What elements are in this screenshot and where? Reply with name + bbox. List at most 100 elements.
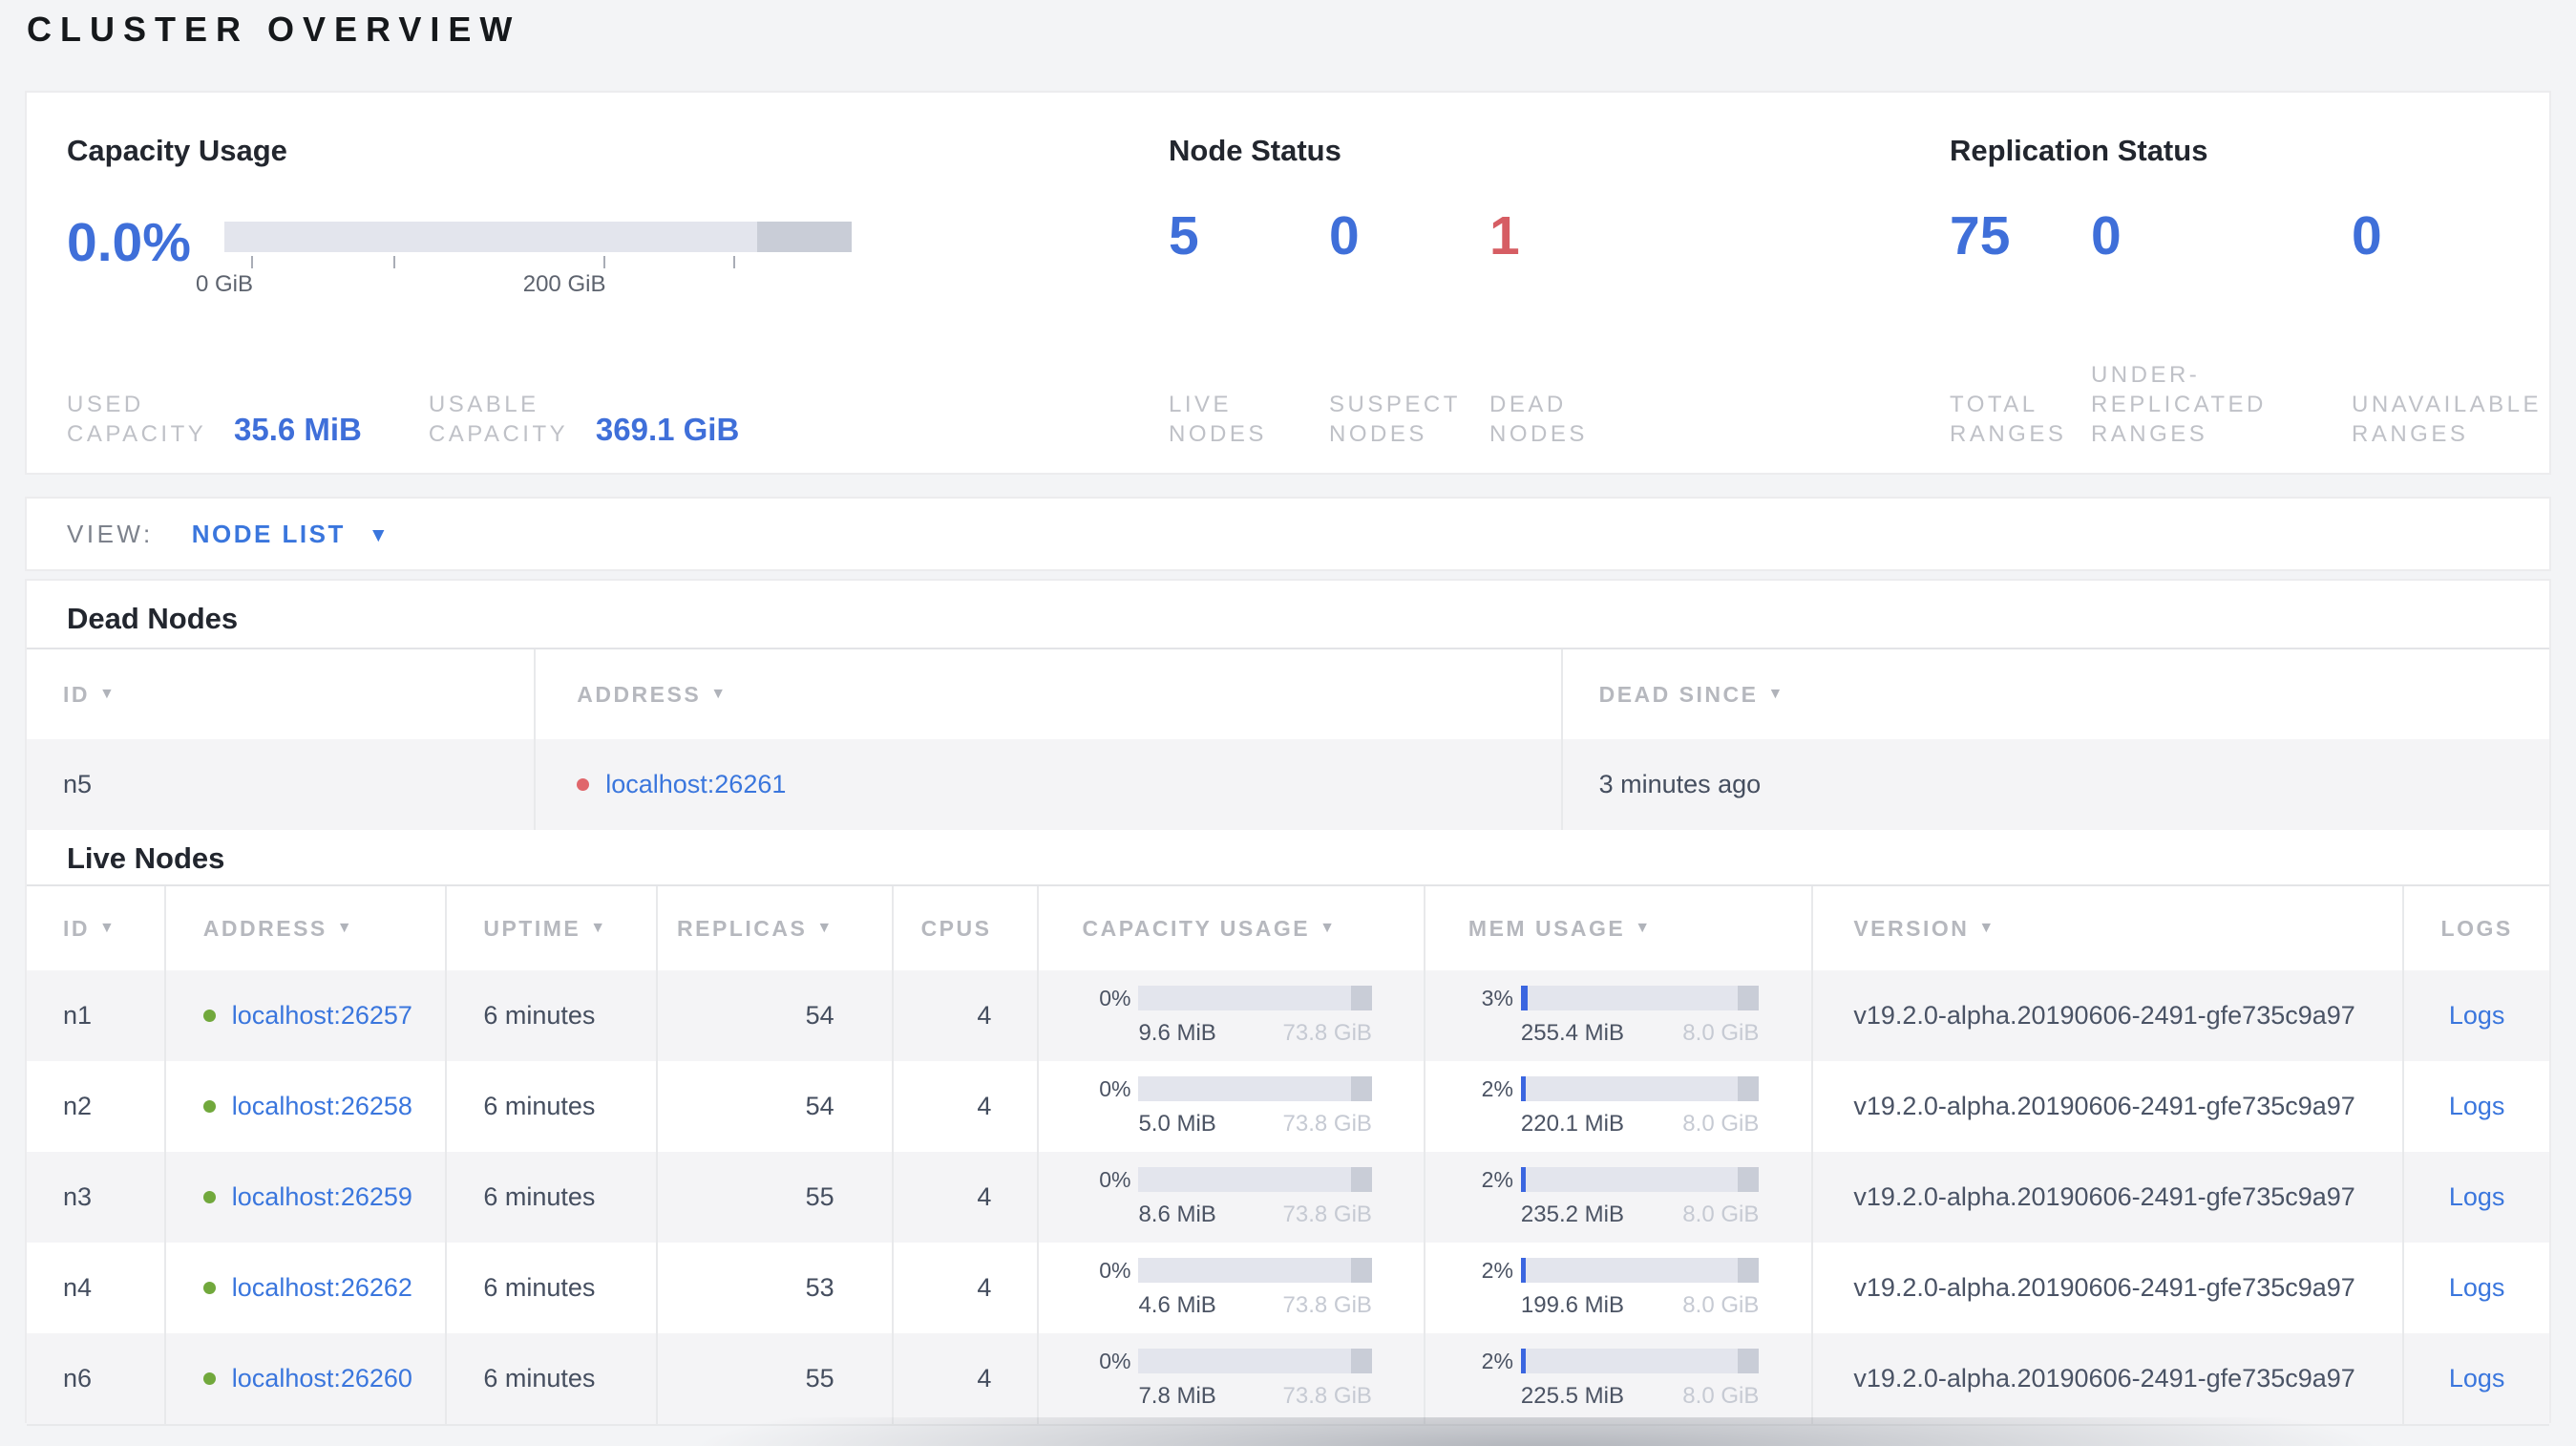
capacity-bar [224, 222, 852, 252]
view-selector-bar: VIEW: NODE LIST ▼ [25, 497, 2551, 571]
logs-link[interactable]: Logs [2449, 1001, 2505, 1031]
column-header-id[interactable]: ID ▼ [27, 886, 166, 970]
chevron-down-icon[interactable]: ▼ [369, 521, 389, 547]
node-address-link[interactable]: localhost:26260 [232, 1364, 412, 1393]
column-header-cpus[interactable]: CPUS [894, 886, 1040, 970]
live-status-dot-icon [202, 1372, 216, 1385]
mem-size-row: 255.4 MiB 8.0 GiB [1521, 1020, 1759, 1047]
mem-usage-bar-row: 2% [1475, 1258, 1760, 1284]
node-address-link[interactable]: localhost:26259 [232, 1182, 412, 1212]
mem-usage-cell: 2% 225.5 MiB 8.0 GiB [1425, 1333, 1814, 1424]
replicas-cell: 55 [658, 1333, 894, 1424]
node-status-section: Node Status 5 LIVE NODES 0 SUSPECT NODES… [1169, 134, 1894, 449]
cluster-overview-page: CLUSTER OVERVIEW Capacity Usage 0.0% 0 G… [0, 0, 2576, 1446]
stat-label: LIVE NODES [1169, 392, 1267, 447]
column-header-label: CAPACITY USAGE [1082, 915, 1311, 941]
capacity-used-value: 7.8 MiB [1138, 1382, 1216, 1409]
column-header-label: REPLICAS [677, 915, 808, 941]
mem-size-row: 225.5 MiB 8.0 GiB [1521, 1383, 1759, 1410]
cpus-cell: 4 [894, 1333, 1040, 1424]
tick-mark [393, 256, 396, 268]
capacity-mini-bar [1138, 1167, 1372, 1192]
dead-nodes-title: Dead Nodes [67, 602, 239, 635]
mem-bar-reserved-segment [1737, 986, 1760, 1010]
node-address-link[interactable]: localhost:26257 [232, 1001, 412, 1031]
mem-size-row: 235.2 MiB 8.0 GiB [1521, 1201, 1759, 1228]
node-status-stat: 0 SUSPECT NODES [1329, 168, 1489, 449]
column-header-uptime[interactable]: UPTIME ▼ [447, 886, 658, 970]
view-dropdown-value[interactable]: NODE LIST [192, 520, 346, 549]
capacity-usage-cell: 0% 4.6 MiB 73.8 GiB [1039, 1243, 1425, 1333]
mem-bar-reserved-segment [1737, 1349, 1760, 1373]
replicas-cell: 55 [658, 1152, 894, 1243]
mem-bar-fill [1520, 1167, 1526, 1192]
logs-cell: Logs [2404, 1061, 2549, 1152]
node-address-link[interactable]: localhost:26258 [232, 1092, 412, 1121]
column-header-replicas[interactable]: REPLICAS ▼ [658, 886, 894, 970]
mem-total-value: 8.0 GiB [1682, 1019, 1760, 1046]
used-capacity-stat: USED CAPACITY 35.6 MiB [67, 390, 362, 449]
stat-value: 1 [1489, 205, 1520, 266]
column-header-address[interactable]: ADDRESS ▼ [536, 649, 1563, 739]
column-header-address[interactable]: ADDRESS ▼ [166, 886, 448, 970]
capacity-bar-reserved-segment [1350, 986, 1372, 1010]
node-status-stat: 1 DEAD NODES [1489, 168, 1650, 449]
stat-value: 75 [1950, 205, 2011, 266]
uptime-cell: 6 minutes [447, 1061, 658, 1152]
dead-status-dot-icon [577, 778, 590, 791]
column-header-id[interactable]: ID ▼ [27, 649, 537, 739]
node-address-link[interactable]: localhost:26261 [605, 770, 786, 799]
replication-stat: 75 TOTAL RANGES [1950, 168, 2091, 449]
cpus-cell: 4 [894, 970, 1040, 1061]
sort-arrow-icon: ▼ [1978, 920, 1996, 936]
mem-mini-bar [1520, 1167, 1760, 1192]
mem-size-row: 199.6 MiB 8.0 GiB [1521, 1292, 1759, 1319]
node-address-cell: localhost:26260 [166, 1333, 448, 1424]
capacity-total-value: 73.8 GiB [1282, 1110, 1372, 1137]
stat-label: UNAVAILABLE RANGES [2351, 392, 2542, 447]
replicas-cell: 53 [658, 1243, 894, 1333]
capacity-bar-column: 0 GiB 200 GiB [196, 214, 852, 298]
column-header-mem-usage[interactable]: MEM USAGE ▼ [1425, 886, 1814, 970]
column-header-label: ADDRESS [577, 681, 702, 707]
capacity-usage-bar-row: 0% [1092, 1167, 1372, 1193]
live-node-row: n1 localhost:26257 6 minutes 54 4 0% 9.6… [27, 970, 2549, 1061]
mem-total-value: 8.0 GiB [1682, 1382, 1760, 1409]
mem-mini-bar [1520, 1349, 1760, 1373]
replication-status-stats: 75 TOTAL RANGES 0 UNDER-REPLICATED RANGE… [1950, 168, 2561, 449]
logs-link[interactable]: Logs [2449, 1364, 2505, 1393]
tick-label: 200 GiB [522, 271, 606, 297]
node-id-cell: n5 [27, 739, 537, 830]
capacity-usage-cell: 0% 8.6 MiB 73.8 GiB [1039, 1152, 1425, 1243]
column-header-capacity-usage[interactable]: CAPACITY USAGE ▼ [1039, 886, 1425, 970]
capacity-bar-reserved-segment [757, 222, 852, 252]
sort-arrow-icon: ▼ [336, 920, 355, 936]
live-status-dot-icon [202, 1100, 216, 1113]
mem-bar-reserved-segment [1737, 1076, 1760, 1101]
cpus-cell: 4 [894, 1152, 1040, 1243]
node-list-panel: Dead Nodes ID ▼ ADDRESS ▼ DEAD SINCE ▼ n… [25, 579, 2551, 1426]
column-header-label: UPTIME [483, 915, 581, 941]
node-address-link[interactable]: localhost:26262 [232, 1273, 412, 1303]
view-dropdown[interactable]: NODE LIST ▼ [192, 520, 389, 549]
logs-link[interactable]: Logs [2449, 1182, 2505, 1212]
logs-cell: Logs [2404, 1152, 2549, 1243]
column-header-version[interactable]: VERSION ▼ [1813, 886, 2405, 970]
column-header-dead-since[interactable]: DEAD SINCE ▼ [1563, 649, 2549, 739]
sort-arrow-icon: ▼ [99, 686, 117, 702]
column-header-label: VERSION [1853, 915, 1970, 941]
stat-label: UNDER-REPLICATED RANGES [2090, 362, 2267, 447]
logs-link[interactable]: Logs [2449, 1273, 2505, 1303]
mem-used-value: 225.5 MiB [1520, 1382, 1624, 1409]
mem-usage-cell: 2% 220.1 MiB 8.0 GiB [1425, 1061, 1814, 1152]
capacity-bar-tick: 200 GiB [523, 252, 647, 298]
node-address-cell: localhost:26261 [536, 739, 1563, 830]
live-node-row: n6 localhost:26260 6 minutes 55 4 0% 7.8… [27, 1333, 2549, 1424]
dead-nodes-body: n5 localhost:26261 3 minutes ago [27, 739, 2549, 830]
sort-arrow-icon: ▼ [1635, 920, 1653, 936]
capacity-percent-value: 0.0% [67, 212, 191, 273]
logs-link[interactable]: Logs [2449, 1092, 2505, 1121]
dead-nodes-table: ID ▼ ADDRESS ▼ DEAD SINCE ▼ n5 localhost… [27, 648, 2549, 830]
logs-cell: Logs [2404, 1243, 2549, 1333]
mem-mini-bar [1520, 1258, 1760, 1283]
